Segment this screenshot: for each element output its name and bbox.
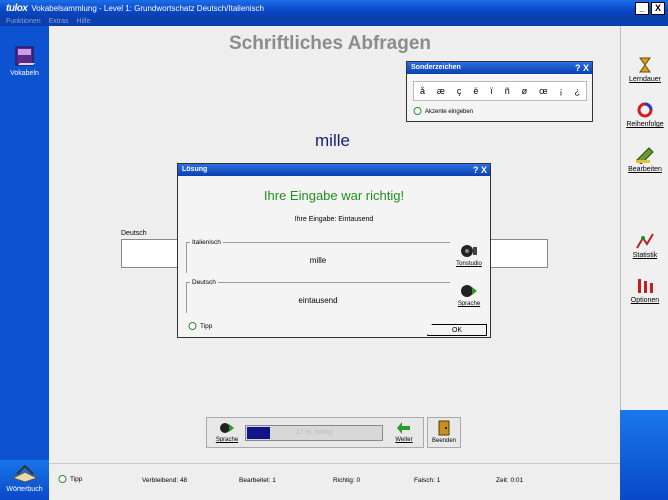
char-button[interactable]: æ [437,86,445,96]
right-sidebar: Lerndauer Reihenfolge Bearbeiten Statist… [620,26,668,500]
menu-extras[interactable]: Extras [49,17,69,26]
char-button[interactable]: ø [522,86,528,96]
loesung-title: Lösung [182,166,208,173]
weiter-button[interactable]: Weiter [389,421,419,443]
lerndauer-button[interactable]: Lerndauer [621,56,668,83]
sonderzeichen-dialog: Sonderzeichen ? X å æ ç ë ï ñ ø œ ¡ ¿ Ak… [406,61,593,122]
beenden-button[interactable]: Beenden [427,417,461,448]
falsch-count: Falsch: 1 [414,477,441,484]
window-title: Vokabelsammlung - Level 1: Grundwortscha… [31,4,264,13]
reihenfolge-label: Reihenfolge [626,121,664,128]
menu-funktionen[interactable]: Funktionen [6,17,41,26]
reihenfolge-button[interactable]: Reihenfolge [621,101,668,128]
vokabeln-button[interactable]: Vokabeln [0,44,49,77]
loesung-titlebar: Lösung ? X [178,164,490,176]
akzente-hint[interactable]: Akzente eingeben [413,107,473,116]
zeit-display: Zeit: 0:01 [496,477,524,484]
menubar: Funktionen Extras Hilfe [0,17,668,26]
char-button[interactable]: ¿ [574,86,580,96]
weiter-label: Weiter [395,437,413,443]
italienisch-field: Italienisch mille [186,239,450,273]
char-button[interactable]: ñ [505,86,510,96]
bottom-sprache-button[interactable]: Sprache [213,421,241,443]
progress-bar: 17 % richtig [245,425,383,441]
exit-door-icon [438,420,450,436]
char-button[interactable]: œ [539,86,548,96]
woerterbuch-button[interactable]: Wörterbuch [0,462,49,493]
sonderzeichen-titlebar: Sonderzeichen ? X [407,62,592,74]
window-titlebar: tulox Vokabelsammlung - Level 1: Grundwo… [0,0,668,17]
left-sidebar-bottom: Wörterbuch [0,460,49,500]
italienisch-label: Italienisch [190,239,223,246]
app-logo: tulox [6,3,28,14]
speaker-play-icon [461,285,477,297]
tonstudio-button[interactable]: Tonstudio [454,243,484,267]
statistik-label: Statistik [632,252,658,259]
window-controls: _ X [635,2,665,15]
hourglass-icon [639,57,651,73]
beenden-label: Beenden [431,438,457,444]
optionen-label: Optionen [630,297,660,304]
loesung-title-buttons[interactable]: ? X [473,164,487,176]
options-icon [638,279,653,293]
bearbeiten-label: Bearbeiten [628,166,662,173]
sonderzeichen-title: Sonderzeichen [411,64,461,71]
char-button[interactable]: ¡ [560,86,563,96]
woerterbuch-label: Wörterbuch [6,486,43,493]
page-title: Schriftliches Abfragen [229,33,432,54]
italienisch-value: mille [309,256,327,265]
sprache-label: Sprache [457,301,481,307]
left-sidebar: Vokabeln Wörterbuch [0,26,49,500]
akzente-label: Akzente eingeben [425,108,474,115]
loesung-tipp[interactable]: Tipp [188,322,212,331]
your-input-text: Ihre Eingabe: Eintausend [294,216,374,223]
statusbar: Tipp Verbleibend: 48 Bearbeitet: 1 Richt… [49,463,620,493]
vocab-word: mille [315,131,350,150]
optionen-button[interactable]: Optionen [621,277,668,304]
deutsch-label: Deutsch [121,230,147,237]
loesung-dialog: Lösung ? X Ihre Eingabe war richtig! Ihr… [177,163,491,338]
book-icon [15,46,35,66]
menu-hilfe[interactable]: Hilfe [76,17,90,26]
cycle-arrows-icon [637,102,653,118]
arrow-left-icon [397,422,410,434]
deutsch-value: eintausend [298,296,338,305]
bearbeiten-button[interactable]: Bearbeiten [621,146,668,173]
char-button[interactable]: ï [490,86,493,96]
vokabeln-label: Vokabeln [10,70,39,77]
loesung-deutsch-label: Deutsch [190,279,218,286]
char-button[interactable]: ë [473,86,478,96]
dictionary-icon [11,464,38,483]
statistik-button[interactable]: Statistik [621,232,668,259]
lerndauer-label: Lerndauer [629,76,661,83]
statistic-icon [636,233,654,249]
deutsch-field: Deutsch eintausend [186,279,450,313]
lightbulb-icon [188,322,197,330]
progress-text: 17 % richtig [295,429,333,436]
bottom-sprache-label: Sprache [215,437,239,443]
lightbulb-icon [413,107,422,115]
status-tipp-label: Tipp [70,476,83,483]
tonstudio-label: Tonstudio [456,261,482,267]
speaker-icon [461,245,477,257]
ok-button[interactable]: OK [427,324,487,336]
special-chars-row: å æ ç ë ï ñ ø œ ¡ ¿ [413,81,587,101]
right-sidebar-bottom [620,410,668,500]
status-tipp[interactable]: Tipp [58,475,82,484]
richtig-count: Richtig: 0 [333,477,361,484]
lightbulb-icon [58,475,67,483]
pencil-icon [636,147,654,165]
char-button[interactable]: ç [457,86,462,96]
verbleibend-count: Verbleibend: 48 [142,477,188,484]
char-button[interactable]: å [420,86,425,96]
speaker-play-icon [220,423,234,433]
loesung-tipp-label: Tipp [200,323,213,330]
sonderzeichen-title-buttons[interactable]: ? X [575,62,589,74]
minimize-button[interactable]: _ [635,2,649,15]
close-button[interactable]: X [651,2,665,15]
sprache-button[interactable]: Sprache [454,283,484,307]
result-message: Ihre Eingabe war richtig! [263,188,405,203]
bearbeitet-count: Bearbeitet: 1 [239,477,276,484]
bottom-toolbar: Sprache 17 % richtig Weiter [206,417,424,448]
